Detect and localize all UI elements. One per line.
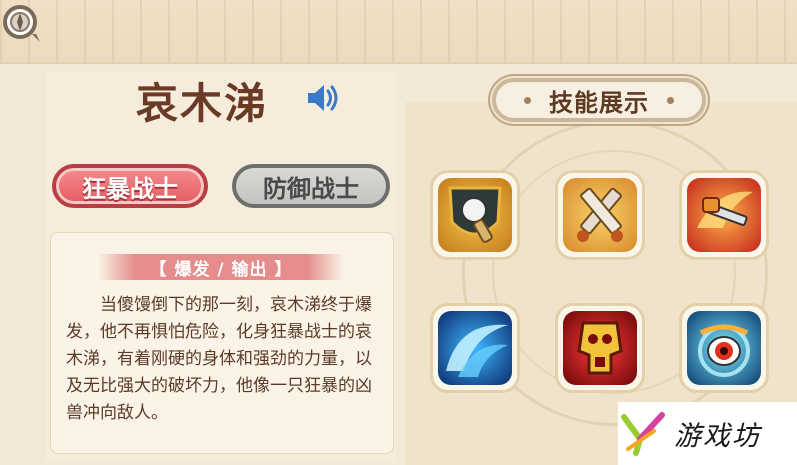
header-dot-right (667, 96, 674, 104)
role-tag: 【 爆发 / 输出 】 (98, 254, 344, 280)
character-description: 当傻馒倒下的那一刻，哀木涕终于爆发，他不再惧怕危险，化身狂暴战士的哀木涕，有着刚… (66, 295, 372, 423)
site-watermark: 游戏坊 (618, 402, 797, 465)
skill-slot-3[interactable] (679, 170, 769, 260)
watermark-logo-icon (621, 411, 665, 456)
back-compass-icon[interactable] (2, 4, 42, 44)
watermark-text: 游戏坊 (674, 421, 761, 452)
crossed-swords-icon (563, 178, 637, 252)
skill-slot-6[interactable] (679, 303, 769, 393)
skills-header: 技能展示 (492, 78, 706, 122)
voice-speaker-icon[interactable] (304, 80, 342, 116)
defender-mode-button[interactable]: 防御战士 (232, 164, 390, 208)
skills-header-label: 技能展示 (549, 88, 649, 117)
flame-sword-icon (687, 178, 761, 252)
top-decor-band (0, 0, 797, 64)
character-name: 哀木涕 (136, 79, 269, 128)
eye-vortex-icon (687, 311, 761, 385)
berserker-mode-button[interactable]: 狂暴战士 (52, 164, 208, 208)
skill-slot-4[interactable] (430, 303, 520, 393)
shield-fist-icon (438, 178, 512, 252)
skull-banner-icon (563, 311, 637, 385)
skill-slot-1[interactable] (430, 170, 520, 260)
water-slash-icon (438, 311, 512, 385)
skill-slot-2[interactable] (555, 170, 645, 260)
header-dot-left (524, 96, 531, 104)
skill-slot-5[interactable] (555, 303, 645, 393)
